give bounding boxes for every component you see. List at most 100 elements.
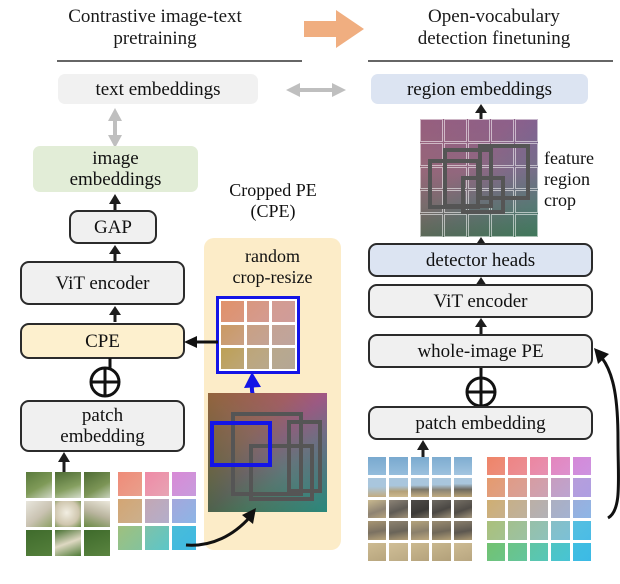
- selected-crop-box: [210, 421, 272, 467]
- feature-cell: [420, 214, 443, 237]
- cropped-pe-cell: [246, 301, 270, 322]
- elephant-patch: [389, 478, 408, 497]
- pe-cell: [487, 499, 506, 519]
- cropped-pe-cell: [221, 324, 244, 346]
- dog-patch: [55, 530, 81, 556]
- pe-cell: [529, 542, 549, 561]
- right-panel-title: Open-vocabulary detection finetuning: [372, 6, 616, 50]
- bidirectional-alignment-arrow: [286, 83, 346, 97]
- cpe-to-vit-arrow: [109, 306, 121, 322]
- vit-encoder-label-left: ViT encoder: [55, 272, 150, 294]
- pe-cell: [145, 472, 169, 496]
- dog-patch: [26, 530, 52, 556]
- whole-image-pe-block[interactable]: whole-image PE: [368, 334, 593, 368]
- cropped-pe-cell: [272, 324, 295, 346]
- elephant-patch: [453, 542, 472, 561]
- detector-heads-label: detector heads: [425, 249, 536, 271]
- left-panel-divider: [57, 60, 302, 62]
- detector-heads-block[interactable]: detector heads: [368, 243, 593, 277]
- feature-cell: [444, 119, 467, 142]
- random-crop-resize-line2: crop-resize: [232, 267, 313, 287]
- right-panel-title-line2: detection finetuning: [417, 28, 571, 49]
- feature-region-crop-line2: region: [544, 169, 590, 189]
- feature-region-crop-line3: crop: [544, 190, 576, 210]
- elephant-patch: [410, 457, 430, 476]
- cropped-pe-grid-frame: [216, 296, 300, 374]
- pe-cell: [551, 499, 570, 519]
- pe-cell: [487, 457, 506, 476]
- dog-patch: [84, 530, 110, 556]
- left-sum-icon: [89, 366, 121, 398]
- feature-cell: [420, 119, 443, 142]
- region-embeddings-block[interactable]: region embeddings: [371, 74, 588, 104]
- dog-image-to-patch-embedding-arrow: [58, 452, 70, 472]
- patch-embedding-label-left-line1: patch: [81, 405, 124, 426]
- vit-encoder-block-right[interactable]: ViT encoder: [368, 284, 593, 318]
- elephant-patch: [453, 478, 472, 497]
- patch-embedding-block-right[interactable]: patch embedding: [368, 406, 593, 440]
- elephant-patch: [368, 542, 387, 561]
- dog-image-patch-grid: [26, 472, 110, 556]
- image-to-pe-map-curved-arrow: [185, 508, 256, 547]
- feature-map-to-region-embeddings-arrow: [475, 104, 487, 120]
- feature-cell: [515, 119, 538, 142]
- whole-image-pe-label: whole-image PE: [417, 340, 544, 362]
- elephant-patch: [432, 499, 451, 519]
- left-positional-embedding-grid: [118, 472, 196, 550]
- cropped-pe-to-cpe-arrow: [184, 336, 218, 348]
- text-embeddings-label: text embeddings: [95, 78, 221, 100]
- pe-cell: [529, 499, 549, 519]
- cropped-pe-title-line2: (CPE): [250, 201, 296, 221]
- pe-cell: [118, 472, 142, 496]
- pe-feedback-curved-arrow: [594, 348, 620, 520]
- dog-patch: [55, 472, 81, 498]
- pe-cell: [508, 542, 527, 561]
- pe-cell: [551, 457, 570, 476]
- patch-embedding-block-left[interactable]: patch embedding: [20, 400, 185, 452]
- patch-embedding-label-right: patch embedding: [415, 412, 546, 434]
- elephant-patch: [453, 457, 472, 476]
- feature-region-crop-box: [461, 176, 505, 214]
- elephant-image-patch-grid: [368, 457, 472, 561]
- cropped-pe-grid: [219, 299, 297, 371]
- pe-cell: [118, 526, 142, 550]
- pe-cell: [487, 521, 506, 540]
- cropped-pe-cell: [221, 348, 244, 369]
- vit-encoder-block-left[interactable]: ViT encoder: [20, 261, 185, 305]
- elephant-patch: [432, 478, 451, 497]
- pe-cell: [572, 542, 591, 561]
- cropped-pe-cell: [246, 324, 270, 346]
- elephant-patch: [389, 457, 408, 476]
- random-crop-resize-line1: random: [245, 246, 300, 266]
- cpe-block[interactable]: CPE: [20, 323, 185, 359]
- cpe-label: CPE: [85, 330, 120, 352]
- elephant-patch: [368, 478, 387, 497]
- feature-cell: [491, 119, 514, 142]
- gap-label: GAP: [93, 216, 132, 238]
- right-sum-to-pe-connector: [479, 368, 483, 378]
- elephant-patch: [432, 521, 451, 540]
- elephant-patch: [410, 521, 430, 540]
- dog-patch: [84, 501, 110, 527]
- elephant-image-to-patch-embedding-arrow: [417, 440, 429, 458]
- pe-cell: [508, 478, 527, 497]
- feature-region-crop-line1: feature: [544, 148, 594, 168]
- text-embeddings-block[interactable]: text embeddings: [58, 74, 258, 104]
- left-panel-title-line2: pretraining: [113, 28, 197, 49]
- pe-to-vit-arrow-right: [475, 318, 487, 334]
- elephant-patch: [389, 542, 408, 561]
- image-embeddings-label-line1: image: [92, 148, 139, 169]
- left-sum-to-cpe-connector: [108, 358, 112, 368]
- pe-cell: [145, 526, 169, 550]
- image-embeddings-label-line2: embeddings: [69, 169, 162, 190]
- elephant-patch: [410, 478, 430, 497]
- feature-cell: [515, 214, 538, 237]
- feature-cell: [468, 119, 491, 142]
- dog-patch: [26, 472, 52, 498]
- gap-block[interactable]: GAP: [69, 210, 157, 244]
- image-embeddings-block[interactable]: image embeddings: [33, 146, 198, 192]
- right-sum-icon: [465, 376, 497, 408]
- left-panel-title: Contrastive image-text pretraining: [10, 6, 300, 50]
- cropped-pe-title: Cropped PE (CPE): [198, 180, 348, 222]
- random-crop-resize-label: random crop-resize: [206, 246, 339, 288]
